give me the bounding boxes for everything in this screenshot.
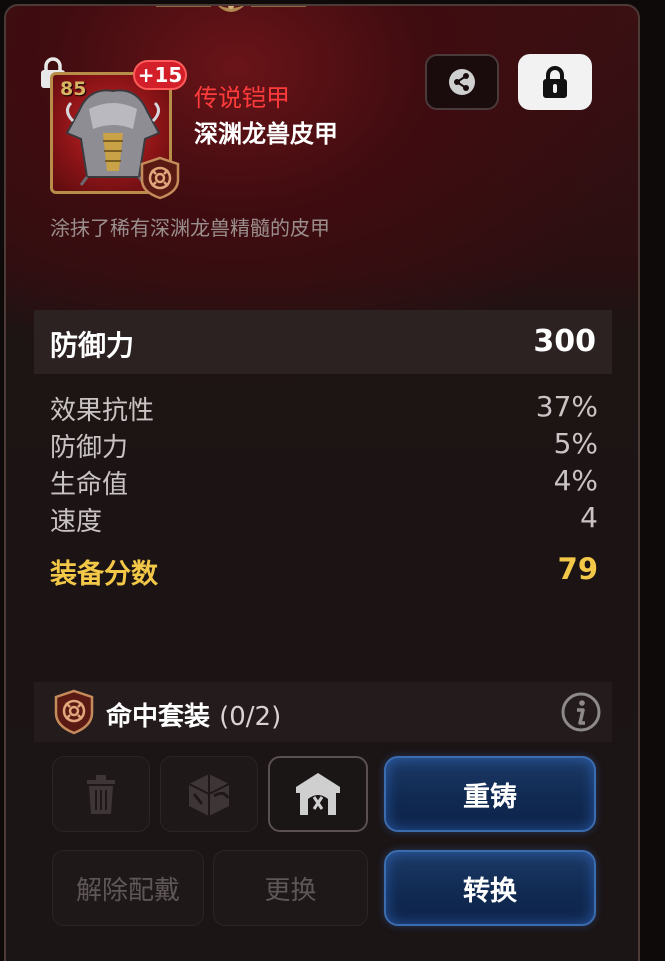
top-ornament-icon — [156, 6, 306, 12]
gear-score-label: 装备分数 — [50, 559, 158, 590]
gear-score-row: 装备分数 79 — [50, 552, 598, 592]
sub-stat-value: 4 — [580, 501, 598, 534]
replace-button[interactable]: 更换 — [213, 850, 368, 926]
unequip-button[interactable]: 解除配戴 — [52, 850, 204, 926]
sub-stat-row: 生命值 4% — [50, 464, 598, 501]
hit-set-icon — [140, 156, 180, 200]
main-stat-label: 防御力 — [50, 329, 135, 362]
forge-icon — [296, 773, 340, 815]
item-rarity: 传说铠甲 — [194, 84, 290, 112]
enhance-badge: +15 — [133, 60, 187, 90]
forge-button[interactable] — [268, 756, 368, 832]
lock-icon — [543, 66, 567, 98]
sub-stats-list: 效果抗性 37% 防御力 5% 生命值 4% 速度 4 — [50, 390, 598, 538]
item-level: 85 — [60, 78, 87, 100]
trash-icon — [87, 775, 115, 814]
sub-stat-value: 5% — [553, 427, 598, 460]
main-stat-value: 300 — [533, 324, 596, 359]
dice-icon — [188, 774, 230, 816]
info-icon[interactable] — [560, 691, 602, 733]
set-count: (0/2) — [219, 702, 282, 732]
set-name: 命中套装 (0/2) — [106, 702, 282, 732]
hit-set-icon — [54, 689, 94, 735]
share-icon — [449, 69, 475, 95]
sub-stat-row: 效果抗性 37% — [50, 390, 598, 427]
gear-score-value: 79 — [557, 552, 598, 586]
delete-button[interactable] — [52, 756, 150, 832]
sub-stat-value: 37% — [535, 390, 598, 423]
main-stat-row: 防御力 300 — [34, 310, 612, 374]
sub-stat-value: 4% — [553, 464, 598, 497]
item-description: 涂抹了稀有深渊龙兽精髓的皮甲 — [50, 216, 330, 240]
sub-stat-row: 速度 4 — [50, 501, 598, 538]
sub-stat-label: 生命值 — [50, 470, 129, 500]
reforge-button[interactable]: 重铸 — [384, 756, 596, 832]
set-bonus-bar: 命中套装 (0/2) — [34, 682, 612, 742]
sub-stat-label: 效果抗性 — [50, 396, 155, 426]
item-name: 深渊龙兽皮甲 — [194, 120, 338, 148]
random-button[interactable] — [160, 756, 258, 832]
convert-button[interactable]: 转换 — [384, 850, 596, 926]
sub-stat-row: 防御力 5% — [50, 427, 598, 464]
lock-button[interactable] — [518, 54, 592, 110]
share-button[interactable] — [425, 54, 499, 110]
sub-stat-label: 防御力 — [50, 433, 129, 463]
sub-stat-label: 速度 — [50, 507, 103, 537]
